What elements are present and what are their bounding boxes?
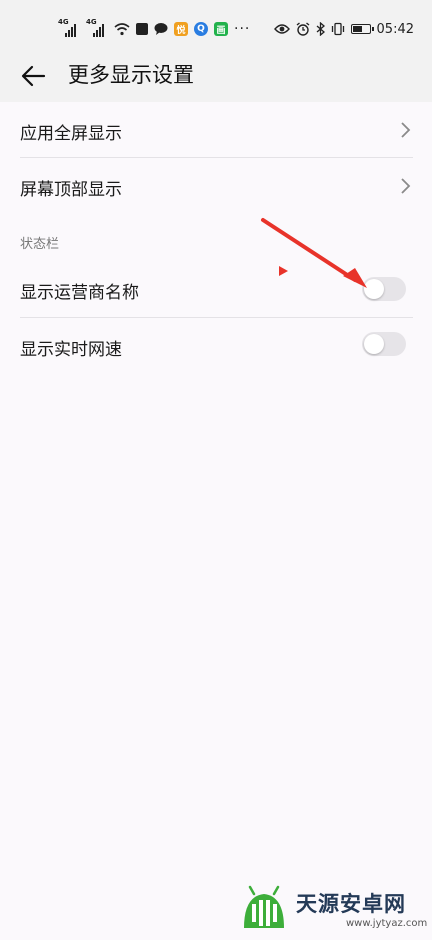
status-left-icons: 4G 4G 悦 Q 画 ··· [58, 18, 250, 40]
wifi-icon [114, 23, 130, 36]
watermark-url: www.jytyaz.com [346, 918, 428, 929]
app-header: 更多显示设置 [0, 56, 432, 102]
cell-signal-icon-2: 4G [86, 18, 108, 38]
chat-bubble-icon [154, 23, 168, 35]
reading-app-glyph: 悦 [176, 25, 186, 36]
toggle-knob [364, 334, 384, 354]
red-marker-icon [279, 266, 288, 276]
chevron-right-icon [401, 122, 411, 138]
alarm-icon [296, 22, 309, 36]
clock: 05:42 [376, 21, 414, 37]
row-network-speed[interactable]: 显示实时网速 [0, 318, 432, 374]
network-speed-toggle[interactable] [362, 332, 406, 356]
row-label-network-speed: 显示实时网速 [20, 340, 122, 360]
reading-app-icon: 悦 [174, 22, 188, 36]
back-arrow-icon[interactable] [18, 60, 50, 92]
status-right-icons: 05:42 [273, 18, 414, 40]
gallery-app-icon: 画 [214, 22, 228, 36]
status-bar: 4G 4G 悦 Q 画 ··· 05:42 [0, 0, 432, 56]
vibrate-icon [331, 22, 344, 36]
browser-app-glyph: Q [197, 24, 205, 34]
android-logo-icon [244, 885, 284, 928]
row-label-fullscreen: 应用全屏显示 [20, 124, 122, 144]
watermark: 天源安卓网 www.jytyaz.com [238, 876, 428, 936]
cell-signal-icon: 4G [58, 18, 80, 38]
red-pointer-arrow-annotation [261, 218, 367, 288]
row-top-display[interactable]: 屏幕顶部显示 [0, 158, 432, 214]
row-fullscreen-display[interactable]: 应用全屏显示 [0, 102, 432, 158]
gallery-app-glyph: 画 [216, 25, 226, 36]
eye-comfort-icon [273, 24, 290, 34]
more-notifications-icon: ··· [234, 21, 251, 37]
bluetooth-icon [316, 22, 325, 36]
chevron-right-icon [401, 178, 411, 194]
square-app-icon [136, 23, 148, 35]
browser-app-icon: Q [194, 22, 208, 36]
page-title: 更多显示设置 [68, 63, 194, 87]
row-label-top-display: 屏幕顶部显示 [20, 180, 122, 200]
battery-icon [350, 24, 374, 34]
watermark-text: 天源安卓网 [296, 892, 406, 916]
row-label-carrier-name: 显示运营商名称 [20, 283, 139, 303]
section-header-status-bar: 状态栏 [20, 237, 60, 252]
